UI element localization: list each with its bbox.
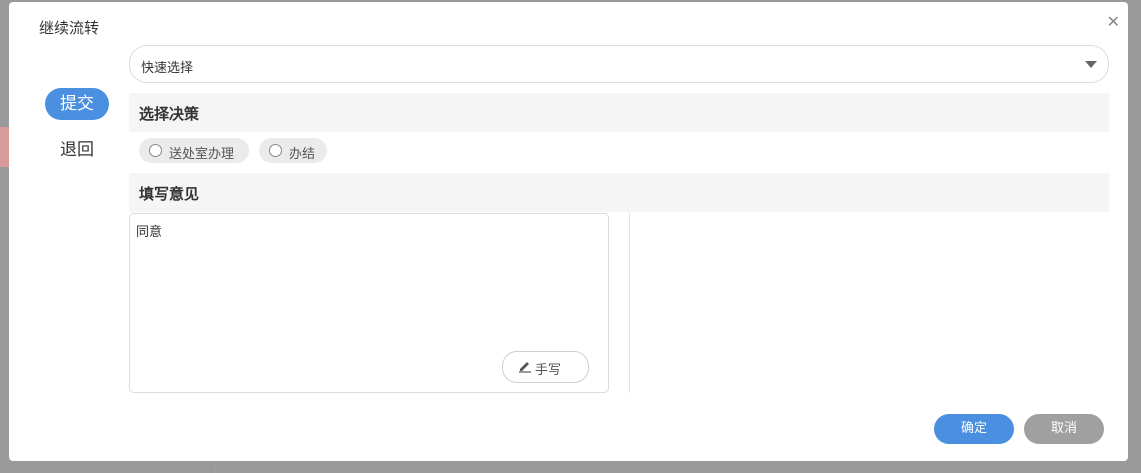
opinion-section-title: 填写意见 (139, 185, 200, 203)
quick-select-value: 快速选择 (141, 61, 194, 76)
continue-flow-dialog: 继续流转 ✕ 快速选择 提交 退回 选择决策 送处室办理 办结 填写意见 同意 … (9, 2, 1128, 461)
handwrite-label: 手写 (535, 363, 562, 378)
vertical-divider (629, 213, 630, 393)
decision-section-header: 选择决策 (129, 93, 1109, 132)
radio-circle-icon (269, 144, 282, 157)
close-icon[interactable]: ✕ (1107, 12, 1120, 31)
backdrop-line (165, 461, 166, 473)
opinion-text: 同意 (136, 225, 163, 240)
decision-option-label: 办结 (289, 147, 316, 162)
quick-select-dropdown[interactable]: 快速选择 (129, 45, 1109, 83)
radio-circle-icon (149, 144, 162, 157)
tab-submit[interactable]: 提交 (45, 88, 109, 120)
cancel-button[interactable]: 取消 (1024, 414, 1104, 444)
decision-option-complete[interactable]: 办结 (259, 138, 327, 163)
handwrite-button[interactable]: 手写 (502, 351, 589, 383)
caret-down-icon (1085, 61, 1097, 68)
tab-return[interactable]: 退回 (45, 134, 109, 166)
opinion-textarea[interactable]: 同意 手写 (129, 213, 609, 393)
confirm-button[interactable]: 确定 (934, 414, 1014, 444)
pen-icon (519, 362, 531, 373)
dialog-title: 继续流转 (39, 19, 100, 37)
decision-option-label: 送处室办理 (169, 147, 235, 162)
decision-option-transfer[interactable]: 送处室办理 (139, 138, 249, 163)
opinion-section-header: 填写意见 (129, 173, 1109, 212)
decision-section-title: 选择决策 (139, 105, 200, 123)
backdrop-line (965, 461, 966, 473)
backdrop-line (215, 461, 216, 473)
